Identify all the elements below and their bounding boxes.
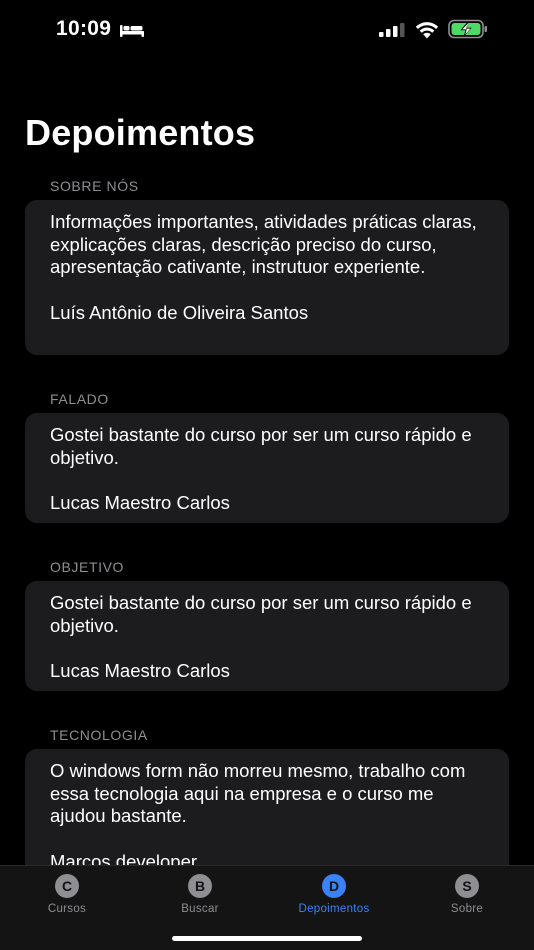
cursos-tab-icon: C xyxy=(55,874,79,898)
page-title: Depoimentos xyxy=(25,112,256,153)
testimonial-card: O windows form não morreu mesmo, trabalh… xyxy=(25,749,509,865)
battery-charging-icon xyxy=(448,19,487,39)
section-header: SOBRE NÓS xyxy=(50,178,139,194)
testimonials-list[interactable]: Depoimentos SOBRE NÓS Informações import… xyxy=(0,60,534,865)
testimonial-author: Luís Antônio de Oliveira Santos xyxy=(50,301,309,323)
sleep-focus-icon xyxy=(120,25,144,37)
tab-label: Cursos xyxy=(47,903,87,915)
section-header: FALADO xyxy=(50,391,109,407)
tab-buscar[interactable]: B Buscar xyxy=(133,874,267,915)
tab-depoimentos[interactable]: D Depoimentos xyxy=(267,874,401,915)
section-header: OBJETIVO xyxy=(50,559,125,575)
testimonial-card: Informações importantes, atividades prát… xyxy=(25,200,509,355)
testimonial-card: Gostei bastante do curso por ser um curs… xyxy=(25,581,509,691)
testimonial-text: Informações importantes, atividades prát… xyxy=(50,211,477,278)
status-time: 10:09 xyxy=(56,17,112,40)
testimonial-author: Marcos developer xyxy=(50,850,198,865)
tab-label: Buscar xyxy=(181,903,219,915)
buscar-tab-icon: B xyxy=(188,874,212,898)
testimonial-text: Gostei bastante do curso por ser um curs… xyxy=(50,424,472,468)
cellular-signal-icon xyxy=(379,23,405,37)
tab-label: Depoimentos xyxy=(298,903,370,915)
tab-cursos[interactable]: C Cursos xyxy=(0,874,134,915)
sobre-tab-icon: S xyxy=(455,874,479,898)
testimonial-text: O windows form não morreu mesmo, trabalh… xyxy=(50,760,466,827)
testimonial-author: Lucas Maestro Carlos xyxy=(50,660,230,682)
tab-sobre[interactable]: S Sobre xyxy=(400,874,534,915)
wifi-icon xyxy=(415,22,439,39)
testimonial-card: Gostei bastante do curso por ser um curs… xyxy=(25,413,509,523)
section-header: TECNOLOGIA xyxy=(50,727,148,743)
testimonial-author: Lucas Maestro Carlos xyxy=(50,492,230,514)
status-bar: 10:09 xyxy=(0,0,534,60)
home-indicator[interactable] xyxy=(172,936,362,941)
tab-label: Sobre xyxy=(450,903,484,915)
depoimentos-tab-icon: D xyxy=(322,874,346,898)
testimonial-text: Gostei bastante do curso por ser um curs… xyxy=(50,592,472,636)
